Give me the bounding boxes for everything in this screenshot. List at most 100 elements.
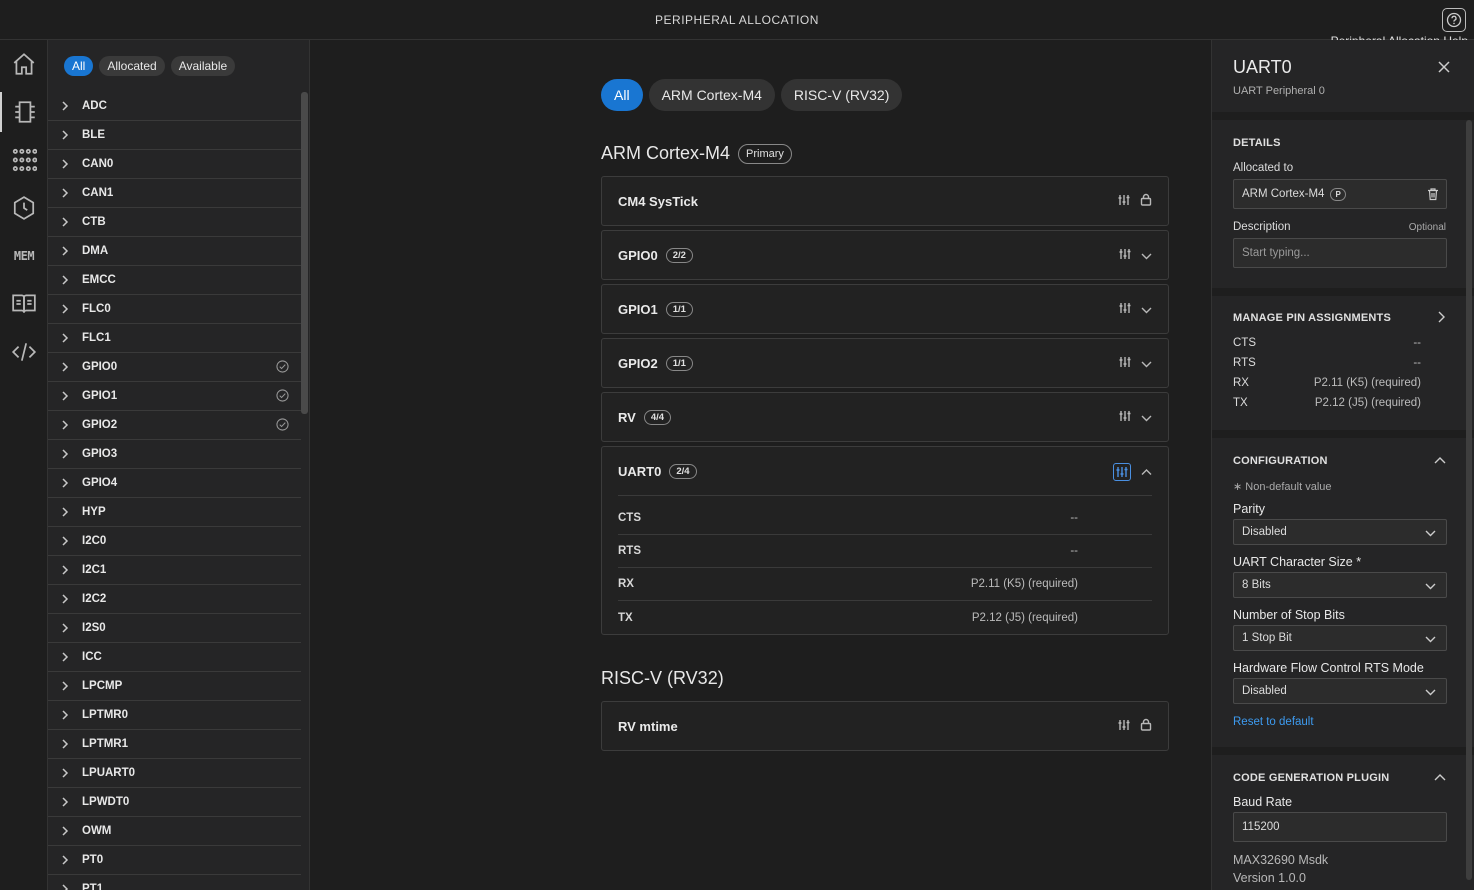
config-sliders-icon[interactable]	[1113, 463, 1131, 481]
chevron-right-icon[interactable]	[48, 623, 82, 633]
sidebar-item-owm[interactable]: OWM	[48, 817, 301, 846]
card-header[interactable]: UART0 2/4	[602, 447, 1168, 495]
chevron-right-icon[interactable]	[48, 333, 82, 343]
tab-all[interactable]: All	[601, 79, 643, 111]
chevron-right-icon[interactable]	[48, 362, 82, 372]
sidebar-item-emcc[interactable]: EMCC	[48, 266, 301, 295]
chevron-right-icon[interactable]	[48, 159, 82, 169]
chevron-right-icon[interactable]	[48, 275, 82, 285]
sidebar-item-gpio3[interactable]: GPIO3	[48, 440, 301, 469]
chevron-right-icon[interactable]	[48, 217, 82, 227]
pin-row[interactable]: RX P2.11 (K5) (required)	[618, 568, 1152, 601]
sidebar-item-pt0[interactable]: PT0	[48, 846, 301, 875]
tab-risc-v[interactable]: RISC-V (RV32)	[780, 79, 903, 111]
chevron-right-icon[interactable]	[48, 420, 82, 430]
chevron-right-icon[interactable]	[48, 391, 82, 401]
home-icon[interactable]	[0, 44, 48, 84]
sidebar-item-adc[interactable]: ADC	[48, 92, 301, 121]
config-sliders-icon[interactable]	[1119, 301, 1131, 319]
card-header[interactable]: RV 4/4	[602, 393, 1168, 441]
chevron-right-icon[interactable]	[48, 768, 82, 778]
chevron-right-icon[interactable]	[48, 304, 82, 314]
config-select[interactable]: Disabled	[1233, 519, 1447, 545]
memory-icon[interactable]: MEM	[0, 236, 48, 276]
chevron-right-icon[interactable]	[1436, 310, 1446, 328]
book-icon[interactable]	[0, 284, 48, 324]
chevron-up-icon[interactable]	[1141, 463, 1152, 481]
chevron-right-icon[interactable]	[48, 449, 82, 459]
chevron-right-icon[interactable]	[48, 130, 82, 140]
sidebar-item-lptmr0[interactable]: LPTMR0	[48, 701, 301, 730]
sidebar-item-can1[interactable]: CAN1	[48, 179, 301, 208]
sidebar-item-dma[interactable]: DMA	[48, 237, 301, 266]
sidebar-item-flc1[interactable]: FLC1	[48, 324, 301, 353]
chevron-right-icon[interactable]	[48, 536, 82, 546]
sidebar-item-gpio0[interactable]: GPIO0	[48, 353, 301, 382]
pin-grid-icon[interactable]	[0, 140, 48, 180]
chevron-right-icon[interactable]	[48, 855, 82, 865]
help-button[interactable]	[1442, 8, 1466, 32]
description-input[interactable]: Start typing...	[1233, 238, 1447, 268]
sidebar-item-ble[interactable]: BLE	[48, 121, 301, 150]
sidebar-item-pt1[interactable]: PT1	[48, 875, 301, 890]
tab-arm-cortex-m4[interactable]: ARM Cortex-M4	[648, 79, 775, 111]
chevron-right-icon[interactable]	[48, 681, 82, 691]
card-header[interactable]: CM4 SysTick	[602, 177, 1168, 225]
filter-allocated[interactable]: Allocated	[99, 56, 165, 76]
config-sliders-icon[interactable]	[1119, 247, 1131, 265]
chevron-right-icon[interactable]	[48, 652, 82, 662]
codegen-head[interactable]: CODE GENERATION PLUGIN	[1233, 772, 1389, 784]
sidebar-item-i2c2[interactable]: I2C2	[48, 585, 301, 614]
filter-available[interactable]: Available	[170, 56, 236, 76]
config-sliders-icon[interactable]	[1118, 718, 1130, 736]
config-select[interactable]: Disabled	[1233, 678, 1447, 704]
chevron-right-icon[interactable]	[48, 565, 82, 575]
sidebar-item-hyp[interactable]: HYP	[48, 498, 301, 527]
sidebar-item-gpio4[interactable]: GPIO4	[48, 469, 301, 498]
chevron-right-icon[interactable]	[48, 797, 82, 807]
chevron-right-icon[interactable]	[48, 884, 82, 890]
peripheral-icon[interactable]	[0, 92, 48, 132]
chevron-up-icon[interactable]	[1434, 770, 1446, 788]
sidebar-item-gpio1[interactable]: GPIO1	[48, 382, 301, 411]
chevron-down-icon[interactable]	[1141, 355, 1152, 373]
chevron-right-icon[interactable]	[48, 507, 82, 517]
chevron-right-icon[interactable]	[48, 710, 82, 720]
chevron-right-icon[interactable]	[48, 739, 82, 749]
details-scrollbar[interactable]	[1466, 120, 1472, 880]
sidebar-item-i2s0[interactable]: I2S0	[48, 614, 301, 643]
sidebar-scrollbar[interactable]	[301, 92, 308, 414]
sidebar-item-can0[interactable]: CAN0	[48, 150, 301, 179]
chevron-down-icon[interactable]	[1141, 247, 1152, 265]
pin-row[interactable]: TX P2.12 (J5) (required)	[618, 601, 1152, 634]
sidebar-item-ctb[interactable]: CTB	[48, 208, 301, 237]
sidebar-item-lpwdt0[interactable]: LPWDT0	[48, 788, 301, 817]
config-select[interactable]: 8 Bits	[1233, 572, 1447, 598]
sidebar-item-i2c1[interactable]: I2C1	[48, 556, 301, 585]
card-header[interactable]: GPIO1 1/1	[602, 285, 1168, 333]
chevron-right-icon[interactable]	[48, 101, 82, 111]
chevron-right-icon[interactable]	[48, 478, 82, 488]
card-header[interactable]: RV mtime	[602, 702, 1168, 750]
chevron-right-icon[interactable]	[48, 188, 82, 198]
config-select[interactable]: 1 Stop Bit	[1233, 625, 1447, 651]
sidebar-item-gpio2[interactable]: GPIO2	[48, 411, 301, 440]
sidebar-item-i2c0[interactable]: I2C0	[48, 527, 301, 556]
pin-row[interactable]: RTS --	[618, 535, 1152, 568]
filter-all[interactable]: All	[64, 56, 94, 76]
sidebar-item-lpuart0[interactable]: LPUART0	[48, 759, 301, 788]
chevron-right-icon[interactable]	[48, 594, 82, 604]
close-icon[interactable]	[1438, 60, 1450, 78]
config-sliders-icon[interactable]	[1119, 355, 1131, 373]
pin-row[interactable]: CTS --	[618, 502, 1152, 535]
trash-icon[interactable]	[1426, 187, 1440, 204]
baud-rate-input[interactable]: 115200	[1233, 812, 1447, 842]
sidebar-item-lpcmp[interactable]: LPCMP	[48, 672, 301, 701]
chevron-right-icon[interactable]	[48, 826, 82, 836]
card-header[interactable]: GPIO0 2/2	[602, 231, 1168, 279]
sidebar-item-flc0[interactable]: FLC0	[48, 295, 301, 324]
chevron-right-icon[interactable]	[48, 246, 82, 256]
config-head[interactable]: CONFIGURATION	[1233, 455, 1328, 467]
card-header[interactable]: GPIO2 1/1	[602, 339, 1168, 387]
chevron-down-icon[interactable]	[1141, 409, 1152, 427]
